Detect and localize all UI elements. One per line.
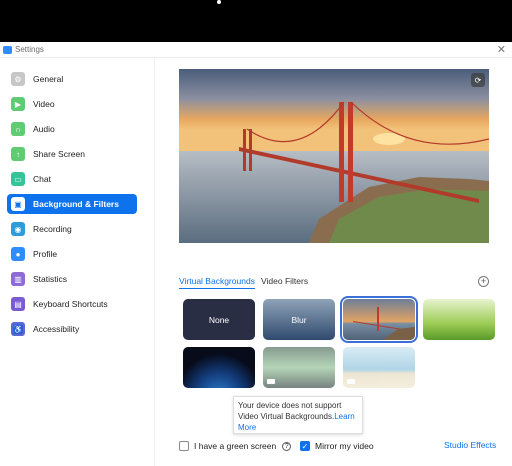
green-screen-label: I have a green screen xyxy=(194,441,277,451)
headphones-icon: ∩ xyxy=(11,122,25,136)
sidebar-item-audio[interactable]: ∩ Audio xyxy=(7,119,137,139)
green-screen-option: I have a green screen ? xyxy=(179,439,292,453)
thumbnail-blur[interactable]: Blur xyxy=(263,299,335,340)
settings-window: Settings ✕ ⚙ General ▶ Video ∩ Audio ↑ Share… xyxy=(0,42,512,466)
add-background-icon[interactable]: + xyxy=(478,276,489,287)
sidebar-item-profile[interactable]: ● Profile xyxy=(7,244,137,264)
background-icon: ▣ xyxy=(11,197,25,211)
tab-virtual-backgrounds[interactable]: Virtual Backgrounds xyxy=(179,276,255,289)
title-bar: Settings ✕ xyxy=(0,42,512,58)
close-icon[interactable]: ✕ xyxy=(497,43,506,56)
keyboard-icon: ▤ xyxy=(11,297,25,311)
gear-icon: ⚙ xyxy=(11,72,25,86)
thumbnail-none[interactable]: None xyxy=(183,299,255,340)
thumbnail-earth[interactable] xyxy=(183,347,255,388)
record-icon: ◉ xyxy=(11,222,25,236)
studio-effects-link[interactable]: Studio Effects xyxy=(444,440,496,450)
thumbnail-beach[interactable] xyxy=(343,347,415,388)
thumbnail-grass[interactable] xyxy=(423,299,495,340)
thumbnail-aurora[interactable] xyxy=(263,347,335,388)
statistics-icon: ▥ xyxy=(11,272,25,286)
accessibility-icon: ♿ xyxy=(11,322,25,336)
golden-gate-thumbnail-image xyxy=(353,307,415,340)
sidebar-item-general[interactable]: ⚙ General xyxy=(7,69,137,89)
mirror-video-label: Mirror my video xyxy=(315,441,374,451)
cursor-dot xyxy=(217,0,221,4)
sidebar-item-recording[interactable]: ◉ Recording xyxy=(7,219,137,239)
rotate-icon[interactable]: ⟳ xyxy=(471,73,485,87)
tab-video-filters[interactable]: Video Filters xyxy=(261,276,308,286)
video-camera-icon xyxy=(347,379,355,384)
golden-gate-preview-image xyxy=(179,69,489,243)
sidebar-item-statistics[interactable]: ▥ Statistics xyxy=(7,269,137,289)
video-icon: ▶ xyxy=(11,97,25,111)
video-camera-icon xyxy=(267,379,275,384)
sidebar-item-keyboard-shortcuts[interactable]: ▤ Keyboard Shortcuts xyxy=(7,294,137,314)
mirror-video-checkbox[interactable]: ✓ xyxy=(300,441,310,451)
help-icon[interactable]: ? xyxy=(282,441,292,451)
sidebar-item-background-filters[interactable]: ▣ Background & Filters xyxy=(7,194,137,214)
green-screen-checkbox[interactable] xyxy=(179,441,189,451)
mirror-option: ✓ Mirror my video xyxy=(300,439,374,453)
top-black-bar xyxy=(0,0,512,42)
chat-icon: ▭ xyxy=(11,172,25,186)
sidebar-item-accessibility[interactable]: ♿ Accessibility xyxy=(7,319,137,339)
sidebar-item-video[interactable]: ▶ Video xyxy=(7,94,137,114)
share-screen-icon: ↑ xyxy=(11,147,25,161)
unsupported-tooltip: Your device does not support Video Virtu… xyxy=(233,396,363,434)
thumbnail-golden-gate[interactable] xyxy=(340,296,418,343)
sidebar: ⚙ General ▶ Video ∩ Audio ↑ Share Screen ▭ Ch… xyxy=(0,59,155,466)
window-title: Settings xyxy=(15,45,44,54)
video-preview: ⟳ xyxy=(179,69,489,243)
sidebar-item-share-screen[interactable]: ↑ Share Screen xyxy=(7,144,137,164)
zoom-app-icon xyxy=(3,46,12,54)
sidebar-item-chat[interactable]: ▭ Chat xyxy=(7,169,137,189)
profile-icon: ● xyxy=(11,247,25,261)
